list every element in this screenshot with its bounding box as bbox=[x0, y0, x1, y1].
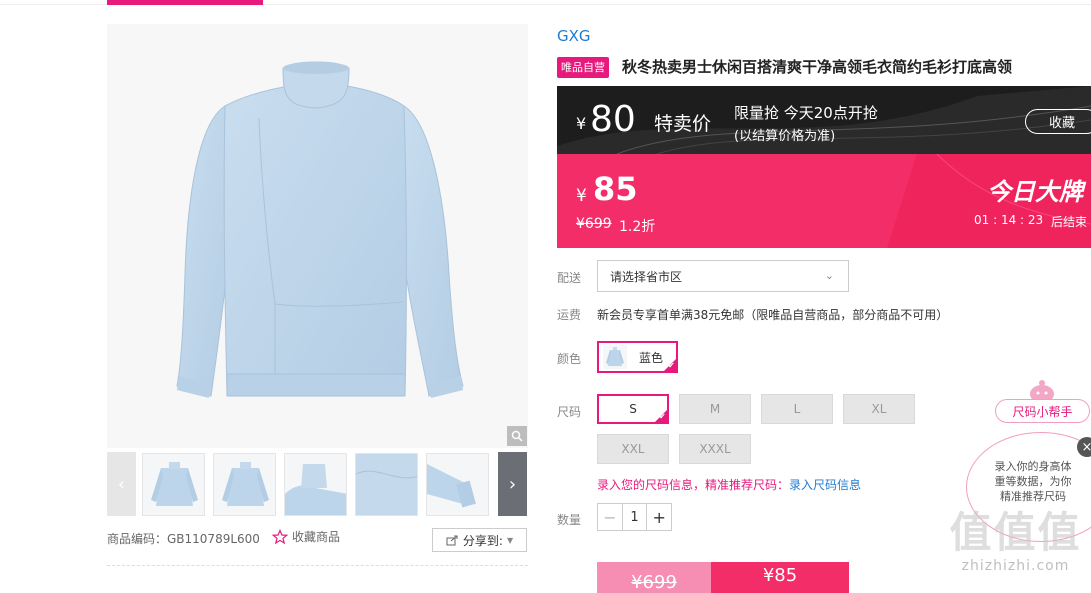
brand-link[interactable]: GXG bbox=[557, 27, 591, 45]
share-dropdown[interactable]: 分享到: ▼ bbox=[432, 528, 527, 552]
sale-price: 85 bbox=[593, 170, 638, 208]
size-option-l[interactable]: L bbox=[761, 394, 833, 424]
color-option-blue[interactable]: 蓝色 ✔ bbox=[597, 341, 678, 373]
thumbnail-2[interactable] bbox=[213, 453, 276, 516]
quantity-stepper[interactable]: − 1 + bbox=[597, 503, 672, 531]
region-select-value: 请选择省市区 bbox=[610, 269, 683, 284]
size-option-s[interactable]: S ✔ bbox=[597, 394, 669, 424]
thumbnail-prev-button[interactable]: ‹ bbox=[107, 452, 136, 516]
color-swatch-image bbox=[603, 345, 627, 369]
chevron-down-icon: ⌄ bbox=[824, 269, 834, 282]
zoom-icon[interactable] bbox=[507, 426, 527, 446]
buy-original-price-button[interactable]: ¥699 bbox=[597, 562, 711, 593]
flash-price-label: 特卖价 bbox=[654, 113, 712, 135]
sweater-illustration bbox=[176, 61, 464, 398]
thumbnail-1[interactable] bbox=[142, 453, 205, 516]
divider bbox=[107, 565, 528, 566]
watermark-text: zhizhizhi.com bbox=[961, 558, 1070, 574]
size-option-label: XXL bbox=[621, 442, 645, 456]
quantity-value[interactable]: 1 bbox=[623, 504, 647, 530]
size-option-label: XL bbox=[871, 402, 887, 416]
discount-label: 1.2折 bbox=[619, 219, 656, 235]
size-option-label: S bbox=[629, 402, 637, 416]
buy-now-button[interactable]: ¥85 bbox=[711, 562, 849, 593]
flash-price: 80 bbox=[590, 99, 636, 140]
favorite-button[interactable]: 收藏商品 bbox=[272, 528, 340, 545]
chevron-right-icon: › bbox=[508, 473, 517, 495]
size-tip: 录入您的尺码信息，精准推荐尺码：录入尺码信息 bbox=[597, 476, 861, 493]
shipping-label: 配送 bbox=[557, 271, 582, 285]
star-icon bbox=[272, 528, 288, 544]
freight-label: 运费 bbox=[557, 308, 582, 322]
campaign-title: 今日大牌 bbox=[987, 178, 1083, 206]
original-price: ¥699 bbox=[576, 216, 612, 232]
thumbnail-4[interactable] bbox=[355, 453, 418, 516]
sale-currency: ¥ bbox=[576, 186, 587, 206]
color-option-label: 蓝色 bbox=[639, 350, 664, 365]
chevron-left-icon: ‹ bbox=[117, 473, 126, 495]
size-label: 尺码 bbox=[557, 405, 582, 419]
thumbnail-next-button[interactable]: › bbox=[498, 452, 527, 516]
favorite-label: 收藏商品 bbox=[292, 530, 341, 544]
item-code: 商品编码：GB110789L600 bbox=[107, 532, 260, 546]
size-option-label: XXXL bbox=[699, 442, 731, 456]
collect-button[interactable]: 收藏 bbox=[1025, 109, 1091, 134]
size-tip-text: 录入您的尺码信息，精准推荐尺码： bbox=[597, 478, 790, 492]
sale-price-banner: ¥ 85 ¥699 1.2折 今日大牌 01 : 14 : 23 后结束 bbox=[557, 154, 1091, 248]
product-title: 秋冬热卖男士休闲百搭清爽干净高领毛衣简约毛衫打底高领 bbox=[622, 58, 1013, 76]
quantity-plus-button[interactable]: + bbox=[646, 504, 671, 530]
size-helper-text: 录入你的身高体重等数据，为你精准推荐尺码 bbox=[994, 460, 1072, 503]
watermark: 值值值 zhizhizhi.com bbox=[940, 508, 1091, 574]
flash-currency: ¥ bbox=[576, 114, 587, 133]
size-option-label: M bbox=[709, 402, 721, 416]
quantity-label: 数量 bbox=[557, 513, 582, 527]
enter-size-link[interactable]: 录入尺码信息 bbox=[789, 478, 861, 492]
quantity-minus-button[interactable]: − bbox=[598, 504, 623, 530]
thumbnail-3[interactable] bbox=[284, 453, 347, 516]
size-option-xxxl[interactable]: XXXL bbox=[679, 434, 751, 464]
size-option-xl[interactable]: XL bbox=[843, 394, 915, 424]
check-icon: ✔ bbox=[663, 358, 677, 372]
flash-limit-text: 限量抢 今天20点开抢 bbox=[734, 104, 878, 122]
share-icon bbox=[446, 535, 458, 546]
countdown-timer: 01 : 14 : 23 bbox=[974, 213, 1044, 227]
countdown-suffix: 后结束 bbox=[1051, 215, 1088, 229]
size-option-m[interactable]: M bbox=[679, 394, 751, 424]
freight-text: 新会员专享首单满38元免邮（限唯品自营商品，部分商品不可用） bbox=[597, 308, 949, 322]
self-operated-badge: 唯品自营 bbox=[557, 57, 609, 78]
size-helper-title[interactable]: 尺码小帮手 bbox=[995, 399, 1090, 423]
flash-sale-banner: ¥ 80 特卖价 限量抢 今天20点开抢 (以结算价格为准) 收藏 bbox=[557, 86, 1091, 154]
color-label: 颜色 bbox=[557, 352, 582, 366]
close-icon[interactable]: × bbox=[1077, 437, 1091, 457]
share-label: 分享到: bbox=[462, 533, 503, 548]
watermark-logo: 值值值 bbox=[949, 508, 1082, 557]
top-nav-accent bbox=[107, 0, 263, 5]
region-select[interactable]: 请选择省市区 ⌄ bbox=[597, 260, 849, 292]
flash-limit-note: (以结算价格为准) bbox=[734, 129, 836, 144]
product-main-image[interactable] bbox=[107, 24, 528, 448]
check-icon: ✔ bbox=[654, 409, 668, 423]
size-option-label: L bbox=[793, 402, 801, 416]
caret-down-icon: ▼ bbox=[506, 535, 514, 545]
size-option-xxl[interactable]: XXL bbox=[597, 434, 669, 464]
thumbnail-5[interactable] bbox=[426, 453, 489, 516]
